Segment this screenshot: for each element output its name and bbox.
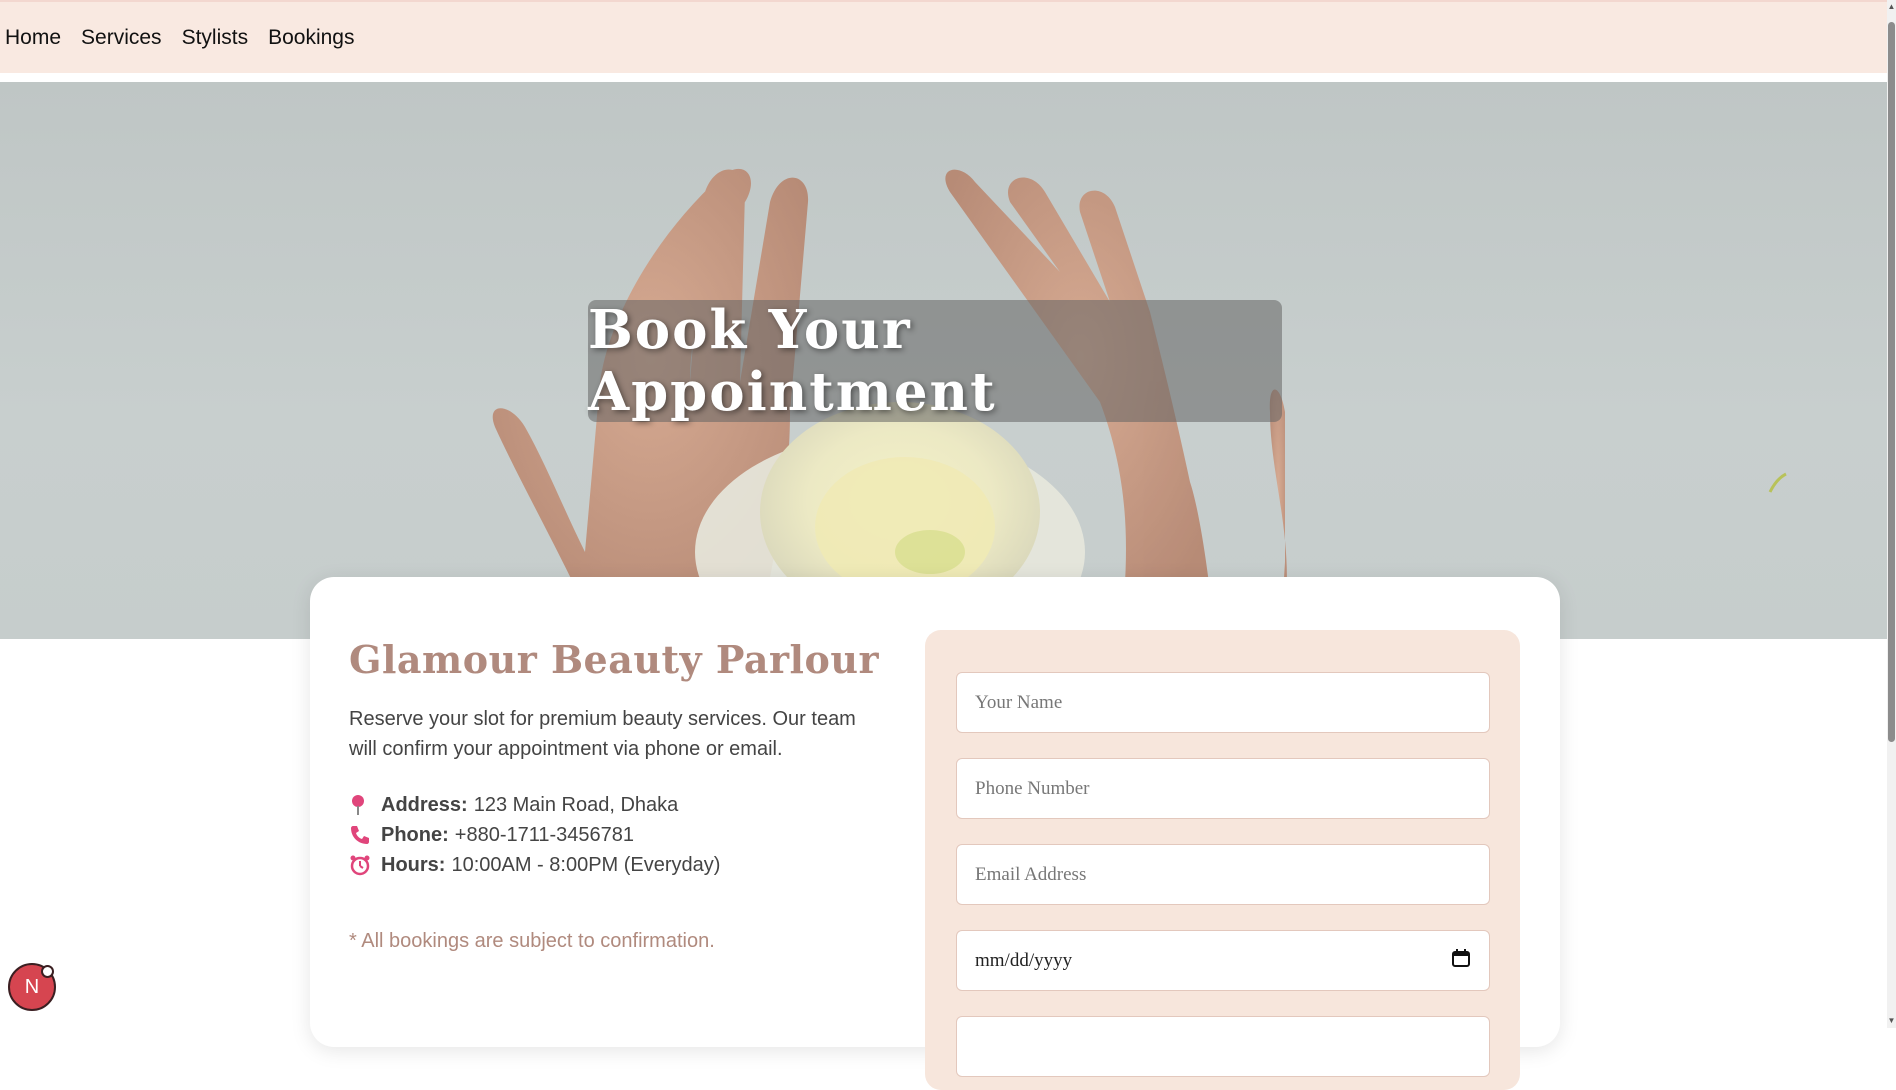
badge-indicator-dot [41,965,54,978]
alarm-clock-icon [349,854,381,876]
nav-link-bookings[interactable]: Bookings [268,27,354,48]
scrollbar-thumb[interactable] [1888,22,1895,742]
booking-form: Your Name Phone Number Email Address mm/… [925,630,1520,1090]
page-scrollbar[interactable]: ▲ ▼ [1887,0,1896,1028]
scroll-down-icon[interactable]: ▼ [1887,1016,1896,1026]
hours-row: Hours: 10:00AM - 8:00PM (Everyday) [349,850,889,880]
page-title: Book Your Appointment [588,299,997,423]
name-input[interactable]: Your Name [956,672,1490,733]
hours-value: 10:00AM - 8:00PM (Everyday) [451,854,721,876]
phone-icon [349,824,381,846]
sprout-graphic [1768,472,1787,493]
hours-label: Hours: [381,854,446,876]
nav-link-stylists[interactable]: Stylists [182,27,249,48]
phone-label: Phone: [381,824,449,846]
email-input[interactable]: Email Address [956,844,1490,905]
hero-banner: Book Your Appointment [0,82,1887,639]
dev-tools-badge[interactable]: N [8,963,56,1011]
service-select[interactable] [956,1016,1490,1077]
badge-letter: N [24,975,40,998]
brand-name: Glamour Beauty Parlour [349,637,879,682]
address-label: Address: [381,794,468,816]
top-navbar: Home Services Stylists Bookings [0,0,1887,73]
hero-title-box: Book Your Appointment [588,299,1282,423]
scroll-up-icon[interactable]: ▲ [1887,2,1896,12]
booking-description: Reserve your slot for premium beauty ser… [349,708,856,760]
phone-input[interactable]: Phone Number [956,758,1490,819]
date-input[interactable]: mm/dd/yyyy [956,930,1490,991]
pin-icon [349,794,381,816]
parlour-info: Glamour Beauty Parlour Reserve your slot… [349,637,889,953]
date-input-value: mm/dd/yyyy [975,949,1073,971]
address-value: 123 Main Road, Dhaka [473,794,679,816]
phone-row: Phone: +880-1711-3456781 [349,820,889,850]
phone-value: +880-1711-3456781 [454,824,635,846]
nav-link-home[interactable]: Home [5,27,61,48]
address-row: Address: 123 Main Road, Dhaka [349,790,889,820]
confirmation-note: * All bookings are subject to confirmati… [349,930,715,952]
nav-link-services[interactable]: Services [81,27,162,48]
booking-card: Glamour Beauty Parlour Reserve your slot… [310,577,1560,1090]
calendar-icon[interactable] [1451,948,1471,974]
